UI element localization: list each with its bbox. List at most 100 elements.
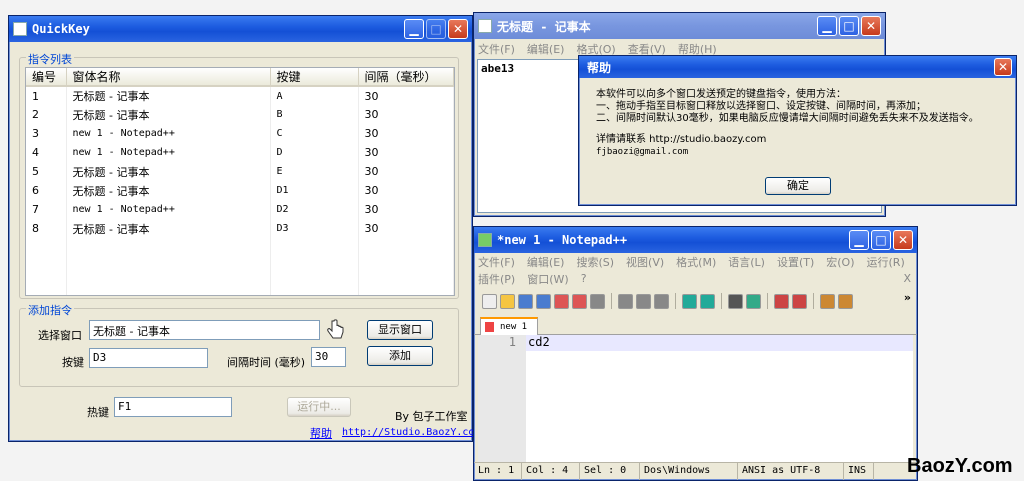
menu-item[interactable]: 插件(P) xyxy=(478,271,515,287)
cell-number: 5 xyxy=(26,162,67,181)
notepad-minimize-button[interactable]: ▁ xyxy=(817,16,837,36)
menu-item[interactable]: 编辑(E) xyxy=(527,254,565,270)
npp-minimize-button[interactable]: ▁ xyxy=(849,230,869,250)
select-window-field[interactable]: 无标题 - 记事本 xyxy=(89,320,320,340)
menu-item[interactable]: 运行(R) xyxy=(867,254,905,270)
add-button[interactable]: 添加 xyxy=(367,346,433,366)
notepadpp-titlebar[interactable]: *new 1 - Notepad++ ▁ □ ✕ xyxy=(474,227,917,253)
menu-item[interactable]: 文件(F) xyxy=(478,254,515,270)
menu-item[interactable]: 窗口(W) xyxy=(527,271,568,287)
menu-item[interactable]: 语言(L) xyxy=(728,254,765,270)
help-line-3: 二、间隔时间默认30毫秒，如果电脑反应慢请增大间隔时间避免丢失来不及发送指令。 xyxy=(596,113,979,124)
table-row[interactable]: 2 无标题 - 记事本 B 30 xyxy=(26,105,454,124)
menu-item[interactable]: ? xyxy=(581,272,587,285)
table-row[interactable]: 8 无标题 - 记事本 D3 30 xyxy=(26,219,454,238)
status-field: ANSI as UTF-8 xyxy=(738,463,844,480)
cell-key: D1 xyxy=(270,181,359,200)
table-header: 编号 窗体名称 按键 间隔（毫秒） xyxy=(26,68,454,87)
command-table-container: 编号 窗体名称 按键 间隔（毫秒） 1 无标题 - 记事本 A 30 2 无标题 - 记事… xyxy=(25,67,455,296)
redo-icon[interactable] xyxy=(700,293,715,309)
print-icon[interactable] xyxy=(590,293,605,309)
table-row[interactable]: 6 无标题 - 记事本 D1 30 xyxy=(26,181,454,200)
table-row[interactable]: 1 无标题 - 记事本 A 30 xyxy=(26,86,454,105)
show-window-button[interactable]: 显示窗口 xyxy=(367,320,433,340)
maximize-button[interactable]: □ xyxy=(426,19,446,39)
watermark: BaozY.com xyxy=(907,455,1013,477)
interval-field[interactable]: 30 xyxy=(311,347,346,367)
command-list-label: 指令列表 xyxy=(26,51,74,67)
col-number[interactable]: 编号 xyxy=(26,68,67,87)
help-text: 本软件可以向多个窗口发送预定的键盘指令，使用方法： 一、拖动手指至目标窗口释放以… xyxy=(596,89,979,158)
quickkey-titlebar[interactable]: QuickKey ▁ □ ✕ xyxy=(9,16,472,42)
hotkey-label: 热键 xyxy=(87,406,109,419)
notepad-titlebar[interactable]: 无标题 - 记事本 ▁ □ ✕ xyxy=(474,13,885,39)
replace-icon[interactable] xyxy=(746,293,761,309)
help-link[interactable]: 帮助 xyxy=(310,425,332,441)
menu-item[interactable]: 设置(T) xyxy=(777,254,814,270)
paste-icon[interactable] xyxy=(654,293,669,309)
notepad-close-button[interactable]: ✕ xyxy=(861,16,881,36)
open-file-icon[interactable] xyxy=(500,293,515,309)
help-titlebar[interactable]: 帮助 ✕ xyxy=(579,56,1016,78)
menu-item[interactable]: 搜索(S) xyxy=(576,254,614,270)
zoom-out-icon[interactable] xyxy=(792,293,807,309)
help-close-button[interactable]: ✕ xyxy=(994,58,1012,76)
menu-item[interactable]: 宏(O) xyxy=(826,254,854,270)
command-table[interactable]: 编号 窗体名称 按键 间隔（毫秒） 1 无标题 - 记事本 A 30 2 无标题 - 记事… xyxy=(26,68,454,295)
credit-text: By 包子工作室 xyxy=(395,410,468,423)
col-window-name[interactable]: 窗体名称 xyxy=(66,68,271,87)
col-key[interactable]: 按键 xyxy=(270,68,359,87)
empty-cell xyxy=(66,276,271,295)
table-row[interactable]: 7 new 1 - Notepad++ D2 30 xyxy=(26,200,454,219)
cell-number: 2 xyxy=(26,105,67,124)
line-number-gutter: 1 xyxy=(478,335,526,462)
table-row[interactable]: 3 new 1 - Notepad++ C 30 xyxy=(26,124,454,143)
npp-tab-bar: new 1 xyxy=(474,315,917,335)
run-button[interactable]: 运行中... xyxy=(287,397,351,417)
toolbar-separator xyxy=(611,293,612,309)
menu-item[interactable]: 格式(M) xyxy=(676,254,716,270)
minimize-button[interactable]: ▁ xyxy=(404,19,424,39)
close-button[interactable]: ✕ xyxy=(448,19,468,39)
sync-v-icon[interactable] xyxy=(820,293,835,309)
save-all-icon[interactable] xyxy=(536,293,551,309)
cell-interval: 30 xyxy=(358,86,454,105)
col-interval[interactable]: 间隔（毫秒） xyxy=(358,68,454,87)
table-body: 1 无标题 - 记事本 A 30 2 无标题 - 记事本 B 30 3 new 1 - Notep… xyxy=(26,86,454,295)
help-email: fjbaozi@gmail.com xyxy=(596,147,689,157)
npp-doc-close[interactable]: X xyxy=(903,272,911,285)
cell-number: 6 xyxy=(26,181,67,200)
npp-maximize-button[interactable]: □ xyxy=(871,230,891,250)
zoom-in-icon[interactable] xyxy=(774,293,789,309)
undo-icon[interactable] xyxy=(682,293,697,309)
close-icon[interactable] xyxy=(554,293,569,309)
hotkey-field[interactable]: F1 xyxy=(114,397,232,417)
table-row[interactable]: 4 new 1 - Notepad++ D 30 xyxy=(26,143,454,162)
cell-key: E xyxy=(270,162,359,181)
new-file-icon[interactable] xyxy=(482,293,497,309)
copy-icon[interactable] xyxy=(636,293,651,309)
save-icon[interactable] xyxy=(518,293,533,309)
finger-drag-icon[interactable] xyxy=(325,319,345,341)
website-link[interactable]: http://Studio.BaozY.com xyxy=(342,427,480,438)
command-list-group: 指令列表 编号 窗体名称 按键 间隔（毫秒） 1 无标题 - 记事本 A 30 2 无标题… xyxy=(19,51,459,299)
menu-item[interactable]: 文件(F) xyxy=(478,41,515,57)
ok-button[interactable]: 确定 xyxy=(765,177,831,195)
help-line-2: 一、拖动手指至目标窗口释放以选择窗口、设定按键、间隔时间，再添加； xyxy=(596,101,926,112)
close-all-icon[interactable] xyxy=(572,293,587,309)
npp-editor[interactable]: 1 cd2 xyxy=(478,335,913,462)
cell-window-name: 无标题 - 记事本 xyxy=(66,219,271,238)
cut-icon[interactable] xyxy=(618,293,633,309)
table-row[interactable]: 5 无标题 - 记事本 E 30 xyxy=(26,162,454,181)
cell-key: D xyxy=(270,143,359,162)
key-field[interactable]: D3 xyxy=(89,348,208,368)
tab-new1[interactable]: new 1 xyxy=(480,317,538,335)
npp-close-button[interactable]: ✕ xyxy=(893,230,913,250)
toolbar-more-icon[interactable]: » xyxy=(904,291,911,304)
menu-item[interactable]: 视图(V) xyxy=(626,254,664,270)
sync-h-icon[interactable] xyxy=(838,293,853,309)
menu-item[interactable]: 编辑(E) xyxy=(527,41,565,57)
find-icon[interactable] xyxy=(728,293,743,309)
cell-interval: 30 xyxy=(358,200,454,219)
notepad-maximize-button[interactable]: □ xyxy=(839,16,859,36)
